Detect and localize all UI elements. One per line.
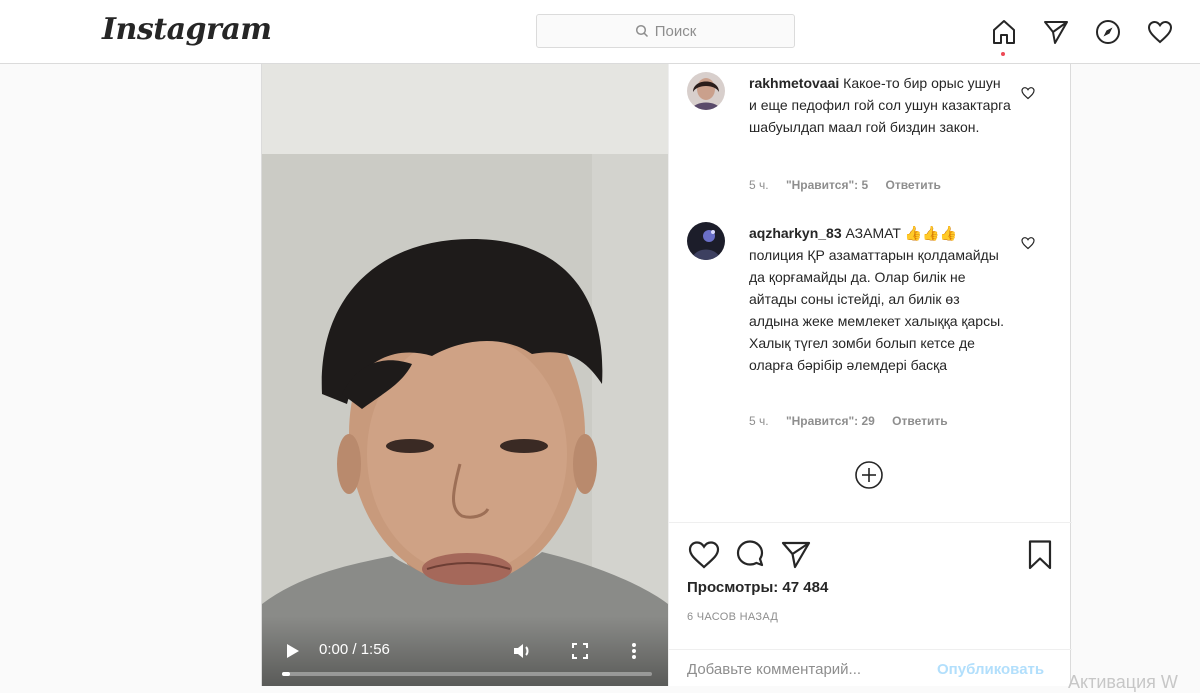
direct-button[interactable] [1038, 16, 1074, 48]
comment-age: 5 ч. [749, 178, 769, 192]
post-actions [687, 538, 1057, 572]
reply-button[interactable]: Ответить [892, 414, 947, 428]
avatar[interactable] [687, 72, 725, 110]
top-nav-bar: Instagram Поиск [0, 0, 1200, 64]
avatar[interactable] [687, 222, 725, 260]
video-progress-fill [282, 672, 290, 676]
home-icon [993, 20, 1015, 44]
publish-button[interactable]: Опубликовать [937, 661, 1044, 678]
send-icon [1044, 21, 1068, 44]
more-options-icon[interactable] [631, 642, 637, 660]
play-icon[interactable] [286, 643, 300, 659]
video-time: 0:00 / 1:56 [319, 641, 390, 658]
heart-icon [1147, 20, 1173, 44]
comment-icon[interactable] [733, 538, 767, 572]
share-icon[interactable] [779, 538, 813, 572]
add-comment-bar: Добавьте комментарий... Опубликовать [669, 649, 1072, 686]
comment-meta: 5 ч. "Нравится": 5 Ответить [749, 178, 955, 192]
active-indicator-dot [1001, 52, 1005, 56]
add-comment-input[interactable]: Добавьте комментарий... [687, 661, 861, 678]
video-progress-bar[interactable] [282, 672, 652, 676]
windows-activation-watermark: Активация W [1068, 672, 1178, 692]
comment-age: 5 ч. [749, 414, 769, 428]
load-more-comments-icon[interactable] [854, 460, 884, 490]
video-controls: 0:00 / 1:56 [262, 616, 668, 686]
bookmark-icon[interactable] [1023, 538, 1057, 572]
comment-likes[interactable]: "Нравится": 5 [786, 178, 868, 192]
comment-meta: 5 ч. "Нравится": 29 Ответить [749, 414, 962, 428]
comment-item: aqzharkyn_83 АЗАМАТ 👍👍👍 полиция ҚР азама… [687, 222, 1057, 432]
like-icon[interactable] [687, 538, 721, 572]
comment-likes[interactable]: "Нравится": 29 [786, 414, 875, 428]
comment-text-block: rakhmetovaai Какое-то бир орыс ушун и ещ… [749, 72, 1011, 138]
comment-text-block: aqzharkyn_83 АЗАМАТ 👍👍👍 полиция ҚР азама… [749, 222, 1011, 376]
post-side-panel: rakhmetovaai Какое-то бир орыс ушун и ещ… [668, 64, 1072, 686]
views-count[interactable]: Просмотры: 47 484 [687, 579, 828, 596]
search-icon [635, 24, 648, 38]
reply-button[interactable]: Ответить [885, 178, 940, 192]
home-button[interactable] [986, 16, 1022, 56]
video-player[interactable]: 0:00 / 1:56 [262, 64, 668, 686]
comment-username[interactable]: aqzharkyn_83 [749, 225, 842, 241]
comment-like-icon[interactable] [1021, 86, 1035, 100]
activity-button[interactable] [1142, 16, 1178, 48]
instagram-logo[interactable]: Instagram [102, 12, 272, 47]
volume-icon[interactable] [513, 642, 533, 660]
comment-username[interactable]: rakhmetovaai [749, 75, 839, 91]
comment-text: АЗАМАТ 👍👍👍 полиция ҚР азаматтарын қолдам… [749, 225, 1005, 373]
post-card: 0:00 / 1:56 rakhmetovaai Какое-то бир ор… [261, 64, 1072, 686]
video-frame-person [262, 154, 668, 686]
explore-button[interactable] [1090, 16, 1126, 48]
comment-item: rakhmetovaai Какое-то бир орыс ушун и ещ… [687, 72, 1057, 202]
comment-like-icon[interactable] [1021, 236, 1035, 250]
search-placeholder: Поиск [654, 22, 697, 40]
search-input[interactable]: Поиск [536, 14, 795, 48]
comments-list: rakhmetovaai Какое-то бир орыс ушун и ещ… [669, 64, 1072, 523]
fullscreen-icon[interactable] [571, 642, 589, 660]
compass-icon [1096, 20, 1120, 44]
post-timestamp[interactable]: 6 ЧАСОВ НАЗАД [687, 611, 778, 623]
